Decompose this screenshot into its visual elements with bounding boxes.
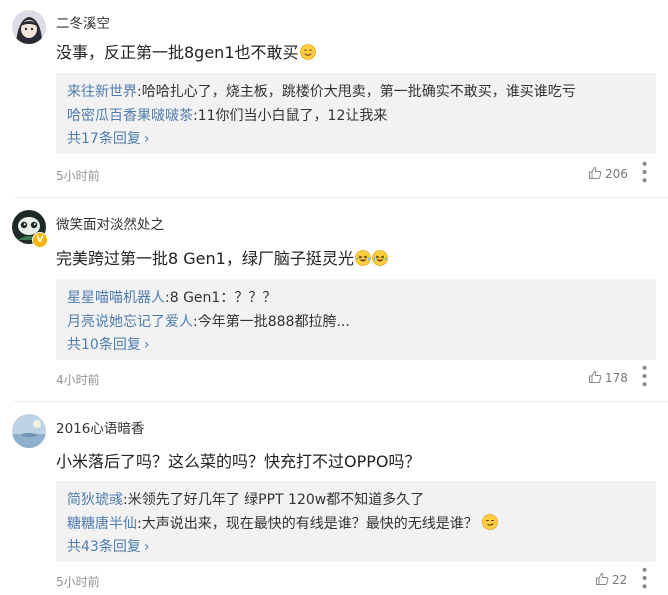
comment-content: 完美跨过第一批8 Gen1，绿厂脑子挺灵光 xyxy=(56,245,388,269)
reply-item[interactable]: 简狄琥彧:米领先了好几年了 绿PPT 120w都不知道多久了 xyxy=(67,489,424,509)
thumbs-up-icon xyxy=(589,370,602,383)
more-dots-icon[interactable]: ••• xyxy=(636,160,652,185)
chevron-right-icon: › xyxy=(143,539,150,555)
smirk-emoji xyxy=(481,514,498,530)
reply-text: 11你们当小白鼠了，12让我来 xyxy=(197,108,388,124)
reply-username[interactable]: 简狄琥彧 xyxy=(67,492,123,508)
smile-emoji xyxy=(299,44,316,60)
username[interactable]: 2016心语暗香 xyxy=(56,417,144,437)
reply-username[interactable]: 来往新世界 xyxy=(67,84,137,100)
timestamp: 5小时前 xyxy=(56,575,100,589)
reply-item[interactable]: 星星喵喵机器人:8 Gen1：？？？ xyxy=(67,287,276,307)
laugh-cry-emoji xyxy=(354,250,371,266)
reply-username[interactable]: 糖糖唐半仙 xyxy=(67,516,137,532)
username[interactable]: 二冬溪空 xyxy=(56,12,110,32)
reply-username[interactable]: 星星喵喵机器人 xyxy=(67,290,165,306)
more-replies-link[interactable]: 共17条回复 › xyxy=(67,128,149,148)
reply-item[interactable]: 糖糖唐半仙:大声说出来，现在最快的有线是谁？最快的无线是谁？ xyxy=(67,513,498,533)
timestamp: 4小时前 xyxy=(56,373,100,387)
like-count: 22 xyxy=(612,573,628,587)
reply-box: 简狄琥彧:米领先了好几年了 绿PPT 120w都不知道多久了 糖糖唐半仙:大声说… xyxy=(56,481,656,562)
reply-text: 哈哈扎心了，烧主板，跳楼价大甩卖，第一批确实不敢买，谁买谁吃亏 xyxy=(141,84,576,100)
more-dots-icon[interactable]: ••• xyxy=(636,364,652,389)
reply-text: 8 Gen1：？？？ xyxy=(169,290,277,306)
reply-item[interactable]: 来往新世界:哈哈扎心了，烧主板，跳楼价大甩卖，第一批确实不敢买，谁买谁吃亏 xyxy=(67,81,576,101)
more-replies-label: 共10条回复 xyxy=(67,337,141,353)
reply-text: 今年第一批888都拉胯... xyxy=(197,314,350,330)
verified-badge: V xyxy=(32,232,48,248)
reply-text: 米领先了好几年了 绿PPT 120w都不知道多久了 xyxy=(127,492,425,508)
reply-username[interactable]: 哈密瓜百香果啵啵茶 xyxy=(67,108,193,124)
more-replies-label: 共43条回复 xyxy=(67,539,141,555)
chevron-right-icon: › xyxy=(143,337,150,353)
thumbs-up-icon xyxy=(596,572,609,585)
chevron-right-icon: › xyxy=(143,131,150,147)
like-count: 206 xyxy=(605,167,628,181)
comment-text: 完美跨过第一批8 Gen1，绿厂脑子挺灵光 xyxy=(56,249,354,268)
divider xyxy=(14,197,668,198)
reply-item[interactable]: 哈密瓜百香果啵啵茶:11你们当小白鼠了，12让我来 xyxy=(67,105,387,125)
laugh-cry-emoji xyxy=(371,250,388,266)
more-replies-link[interactable]: 共43条回复 › xyxy=(67,536,149,556)
comment-text: 没事，反正第一批8gen1也不敢买 xyxy=(56,43,299,62)
username[interactable]: 微笑面对淡然处之 xyxy=(56,213,164,233)
reply-username[interactable]: 月亮说她忘记了爱人 xyxy=(67,314,193,330)
comment-text: 小米落后了吗？这么菜的吗？快充打不过OPPO吗？ xyxy=(56,452,421,471)
like-button[interactable]: 22 xyxy=(595,572,627,587)
avatar[interactable] xyxy=(12,10,46,44)
reply-box: 来往新世界:哈哈扎心了，烧主板，跳楼价大甩卖，第一批确实不敢买，谁买谁吃亏 哈密… xyxy=(56,73,656,154)
divider xyxy=(14,401,668,402)
reply-item[interactable]: 月亮说她忘记了爱人:今年第一批888都拉胯... xyxy=(67,311,350,331)
reply-text: 大声说出来，现在最快的有线是谁？最快的无线是谁？ xyxy=(141,516,478,532)
thumbs-up-icon xyxy=(589,166,602,179)
timestamp: 5小时前 xyxy=(56,169,100,183)
more-replies-link[interactable]: 共10条回复 › xyxy=(67,334,149,354)
more-dots-icon[interactable]: ••• xyxy=(636,566,652,591)
like-count: 178 xyxy=(605,371,628,385)
comment-content: 没事，反正第一批8gen1也不敢买 xyxy=(56,39,316,63)
comment-content: 小米落后了吗？这么菜的吗？快充打不过OPPO吗？ xyxy=(56,448,421,472)
like-button[interactable]: 178 xyxy=(588,370,628,385)
like-button[interactable]: 206 xyxy=(588,166,628,181)
more-replies-label: 共17条回复 xyxy=(67,131,141,147)
avatar[interactable] xyxy=(12,414,46,448)
reply-box: 星星喵喵机器人:8 Gen1：？？？ 月亮说她忘记了爱人:今年第一批888都拉胯… xyxy=(56,279,656,360)
